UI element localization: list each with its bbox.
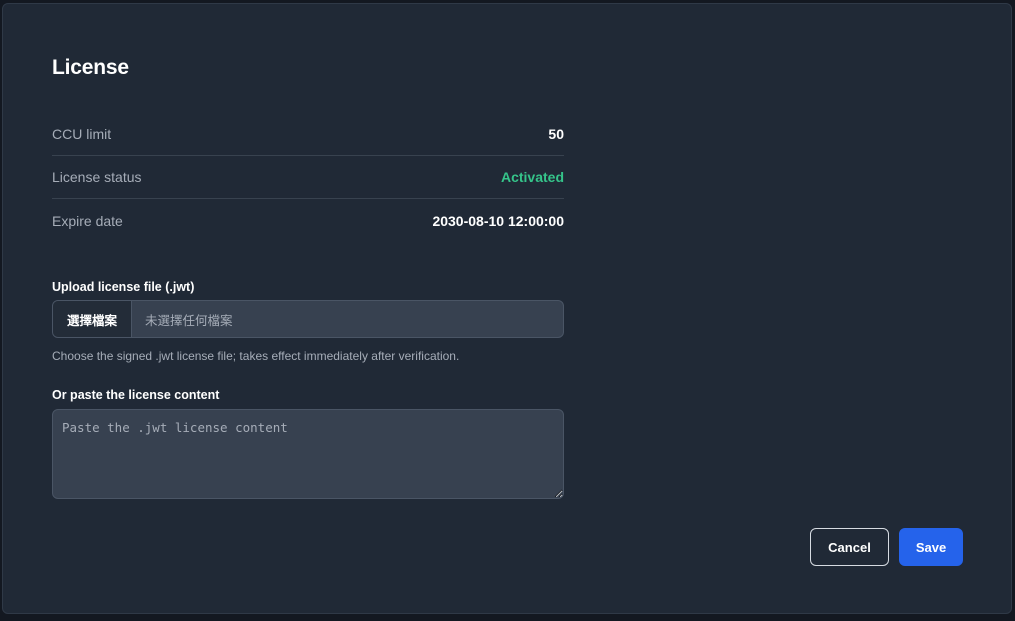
save-button[interactable]: Save [899, 528, 963, 566]
ccu-limit-value: 50 [548, 126, 564, 142]
license-file-input[interactable]: 選擇檔案 未選擇任何檔案 [52, 300, 564, 338]
ccu-limit-row: CCU limit 50 [52, 113, 564, 156]
upload-help-text: Choose the signed .jwt license file; tak… [52, 349, 460, 363]
expire-date-value: 2030-08-10 12:00:00 [432, 212, 564, 229]
cancel-button[interactable]: Cancel [810, 528, 889, 566]
license-info-list: CCU limit 50 License status Activated Ex… [52, 113, 564, 242]
license-content-textarea[interactable] [52, 409, 564, 499]
license-status-value: Activated [500, 169, 564, 185]
choose-file-button[interactable]: 選擇檔案 [53, 301, 133, 337]
license-status-label: License status [52, 169, 142, 185]
expire-date-label: Expire date [52, 212, 123, 229]
no-file-chosen-text: 未選擇任何檔案 [145, 313, 233, 328]
page-title: License [52, 56, 129, 79]
expire-date-row: Expire date 2030-08-10 12:00:00 [52, 199, 564, 242]
license-panel: License CCU limit 50 License status Acti… [2, 3, 1012, 614]
license-status-row: License status Activated [52, 156, 564, 199]
ccu-limit-label: CCU limit [52, 126, 112, 142]
paste-label: Or paste the license content [52, 388, 220, 402]
upload-label: Upload license file (.jwt) [52, 280, 195, 294]
